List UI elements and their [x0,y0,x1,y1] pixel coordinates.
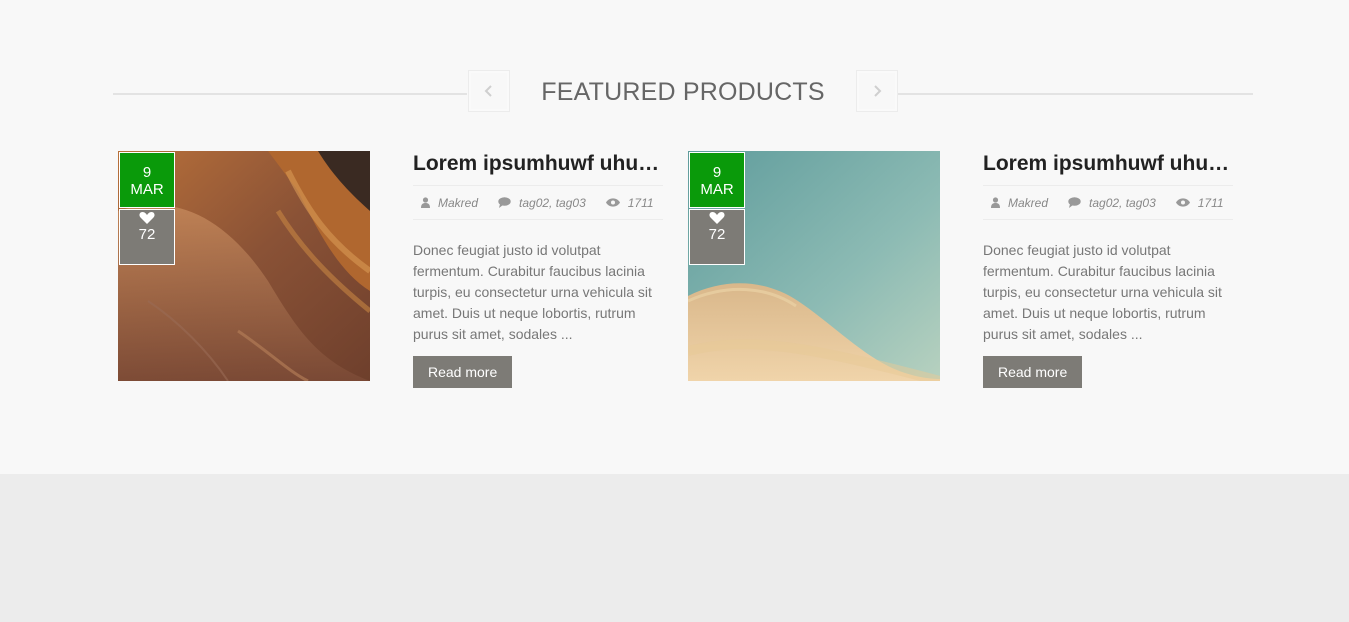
meta-author[interactable]: Makred [421,196,478,210]
read-more-button[interactable]: Read more [413,356,513,388]
tags-text: tag02, tag03 [1089,195,1156,210]
eye-icon [1175,198,1190,207]
date-month: MAR [700,181,734,198]
product-title[interactable]: Lorem ipsumhuwf uhuw … [413,151,663,176]
meta-views: 1711 [1175,195,1224,210]
date-month: MAR [130,181,164,198]
author-name: Makred [438,195,479,210]
product-image[interactable]: 9 MAR 72 [688,151,940,381]
heart-icon [709,212,725,224]
likes-badge[interactable]: 72 [120,210,174,264]
comment-icon [1068,197,1081,208]
product-card: 9 MAR 72 Lorem ipsumhuwf uhuw … Makred t… [118,151,663,391]
header-divider-left [113,93,467,95]
header-divider-right [898,93,1253,95]
meta-views: 1711 [605,195,654,210]
section-title: FEATURED PRODUCTS [541,78,825,106]
chevron-left-icon [484,85,492,97]
meta-author[interactable]: Makred [991,196,1048,210]
featured-products-header: FEATURED PRODUCTS [113,70,1253,114]
product-image[interactable]: 9 MAR 72 [118,151,370,381]
tags-text: tag02, tag03 [519,195,586,210]
likes-count: 72 [708,226,726,243]
product-card: 9 MAR 72 Lorem ipsumhuwf uhuw … Makred t… [688,151,1233,391]
heart-icon [139,212,155,224]
footer-band [0,474,1349,622]
date-badge: 9 MAR [690,153,744,207]
date-day: 9 [142,164,152,181]
product-info: Lorem ipsumhuwf uhuw … Makred tag02, tag… [413,151,663,388]
product-info: Lorem ipsumhuwf uhuw … Makred tag02, tag… [983,151,1233,388]
author-name: Makred [1008,195,1049,210]
product-excerpt: Donec feugiat justo id volutpat fermentu… [983,242,1222,342]
read-more-button[interactable]: Read more [983,356,1083,388]
product-meta: Makred tag02, tag03 1711 [413,185,663,220]
user-icon [421,197,430,208]
carousel-prev-button[interactable] [468,70,510,112]
comment-icon [498,197,511,208]
chevron-right-icon [874,85,882,97]
likes-count: 72 [138,226,156,243]
product-title[interactable]: Lorem ipsumhuwf uhuw … [983,151,1233,176]
date-day: 9 [712,164,722,181]
likes-badge[interactable]: 72 [690,210,744,264]
views-count: 1711 [1197,195,1224,210]
meta-tags[interactable]: tag02, tag03 [498,196,586,210]
carousel-next-button[interactable] [856,70,898,112]
user-icon [991,197,1000,208]
meta-tags[interactable]: tag02, tag03 [1068,196,1156,210]
date-badge: 9 MAR [120,153,174,207]
product-excerpt: Donec feugiat justo id volutpat fermentu… [413,242,652,342]
views-count: 1711 [627,195,654,210]
eye-icon [605,198,620,207]
product-meta: Makred tag02, tag03 1711 [983,185,1233,220]
